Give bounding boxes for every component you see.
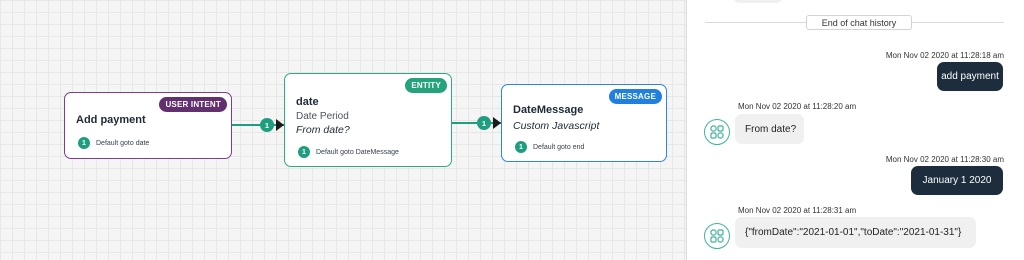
node-description: Custom Javascript [513,120,600,132]
port-number: 1 [78,137,90,149]
bot-avatar-icon [704,223,730,249]
node-subtitle: Date Period [296,111,349,122]
port-label: Default goto DateMessage [316,148,399,156]
message-timestamp: Mon Nov 02 2020 at 11:28:31 am [738,206,857,215]
node-title: Add payment [76,114,146,126]
connector-arrow-2 [493,117,501,129]
message-timestamp: Mon Nov 02 2020 at 11:28:30 am [885,155,1004,164]
node-description: From date? [296,124,350,136]
entity-badge: ENTITY [405,78,447,93]
node-port[interactable]: 1 Default goto DateMessage [298,146,399,158]
node-entity-date[interactable]: ENTITY date Date Period From date? 1 Def… [284,73,452,167]
chat-panel: End of chat history Mon Nov 02 2020 at 1… [687,0,1024,260]
bot-icon [710,229,724,243]
node-port[interactable]: 1 Default goto end [515,141,584,153]
connector-port-badge[interactable]: 1 [260,118,274,132]
bot-message-bubble: From date? [735,114,804,144]
node-title: DateMessage [513,104,584,116]
user-message-bubble: add payment [937,62,1003,91]
connector-port-badge[interactable]: 1 [477,116,491,130]
bot-icon [710,125,724,139]
user-intent-badge: USER INTENT [159,97,227,112]
bot-avatar-icon [704,119,730,145]
connector-arrow-1 [276,119,284,131]
flow-canvas[interactable]: 1 1 USER INTENT Add payment 1 Default go… [0,0,686,260]
port-label: Default goto date [96,139,150,147]
port-number: 1 [298,146,310,158]
user-message-bubble: January 1 2020 [911,166,1003,195]
message-badge: MESSAGE [608,89,662,104]
node-user-intent-add-payment[interactable]: USER INTENT Add payment 1 Default goto d… [64,92,232,159]
node-title: date [296,96,319,108]
node-port[interactable]: 1 Default goto date [78,137,149,149]
bot-message-bubble: {"fromDate":"2021-01-01","toDate":"2021-… [735,217,976,248]
port-number: 1 [515,141,527,153]
previous-message-bubble [734,0,782,3]
port-label: Default goto end [533,143,585,151]
message-timestamp: Mon Nov 02 2020 at 11:28:18 am [885,51,1004,60]
node-message-datemessage[interactable]: MESSAGE DateMessage Custom Javascript 1 … [501,84,667,162]
message-timestamp: Mon Nov 02 2020 at 11:28:20 am [738,102,857,111]
end-of-history-label: End of chat history [806,15,912,30]
